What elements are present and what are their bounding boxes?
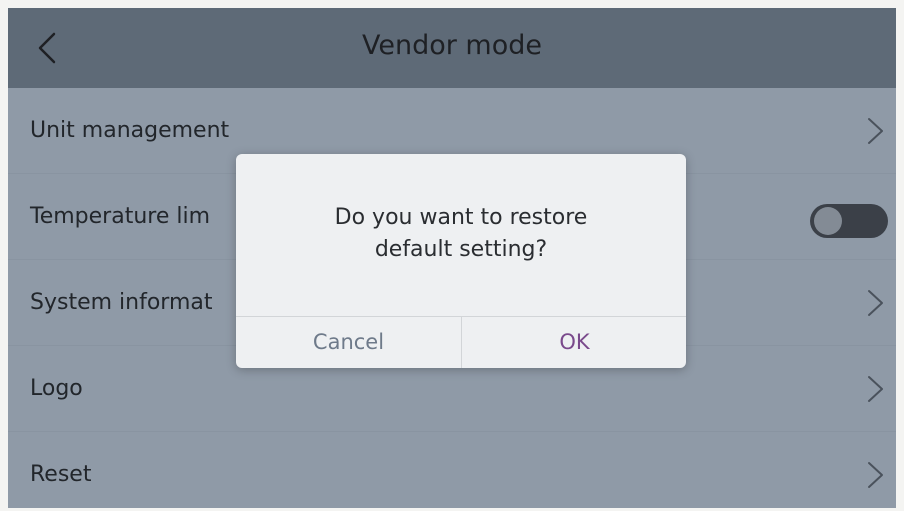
chevron-right-icon: [860, 288, 890, 318]
menu-item-reset[interactable]: Reset: [8, 432, 896, 508]
header-bar: Vendor mode: [8, 8, 896, 88]
restore-default-dialog: Do you want to restore default setting? …: [236, 154, 686, 368]
ok-button[interactable]: OK: [462, 316, 687, 368]
dialog-message: Do you want to restore default setting?: [236, 202, 686, 266]
temperature-limit-toggle[interactable]: [810, 204, 888, 238]
menu-item-label: Reset: [30, 462, 92, 487]
toggle-knob: [814, 207, 842, 235]
menu-item-label: Logo: [30, 376, 83, 401]
chevron-left-icon: [38, 32, 56, 64]
cancel-button[interactable]: Cancel: [236, 316, 461, 368]
page-title: Vendor mode: [361, 30, 542, 61]
dialog-message-line-1: Do you want to restore: [334, 205, 588, 230]
menu-item-label: System informat: [30, 290, 213, 315]
menu-item-label: Unit management: [30, 118, 230, 143]
screen: Vendor mode Unit management Temperature …: [8, 8, 896, 508]
menu-item-label: Temperature lim: [30, 204, 211, 229]
back-button[interactable]: [28, 28, 68, 68]
chevron-right-icon: [860, 374, 890, 404]
dialog-message-line-2: default setting?: [374, 237, 548, 262]
chevron-right-icon: [860, 116, 890, 146]
chevron-right-icon: [860, 460, 890, 490]
